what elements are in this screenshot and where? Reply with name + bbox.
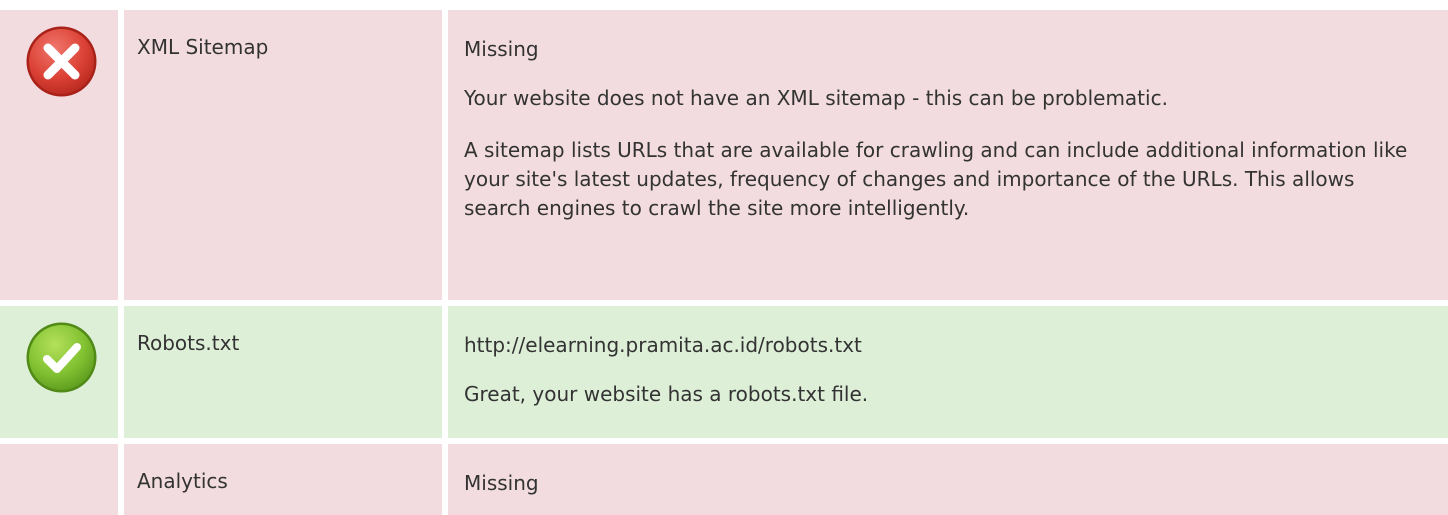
check-summary-text: Great, your website has a robots.txt fil… bbox=[464, 382, 869, 406]
check-name: Robots.txt bbox=[137, 331, 240, 355]
check-detail-cell: http://elearning.pramita.ac.id/robots.tx… bbox=[448, 306, 1448, 438]
check-status-text: Missing bbox=[464, 37, 539, 61]
report-row-robots-txt: Robots.txt http://elearning.pramita.ac.i… bbox=[0, 306, 1448, 438]
check-name: XML Sitemap bbox=[137, 35, 269, 59]
report-row-analytics: Analytics Missing bbox=[0, 444, 1448, 515]
check-detail-cell: Missing Your website does not have an XM… bbox=[448, 10, 1448, 300]
error-x-icon bbox=[26, 26, 97, 97]
check-detail-cell: Missing bbox=[448, 444, 1448, 515]
status-cell bbox=[0, 306, 118, 438]
check-explanation-text: A sitemap lists URLs that are available … bbox=[464, 138, 1408, 220]
report-row-xml-sitemap: XML Sitemap Missing Your website does no… bbox=[0, 10, 1448, 300]
status-cell bbox=[0, 10, 118, 300]
check-name-cell: XML Sitemap bbox=[124, 10, 442, 300]
robots-url-text: http://elearning.pramita.ac.id/robots.tx… bbox=[464, 333, 862, 357]
status-cell bbox=[0, 444, 118, 515]
check-name-cell: Robots.txt bbox=[124, 306, 442, 438]
check-name: Analytics bbox=[137, 469, 228, 493]
check-icon bbox=[26, 322, 97, 393]
check-name-cell: Analytics bbox=[124, 444, 442, 515]
check-summary-text: Your website does not have an XML sitema… bbox=[464, 86, 1168, 110]
check-status-text: Missing bbox=[464, 471, 539, 495]
